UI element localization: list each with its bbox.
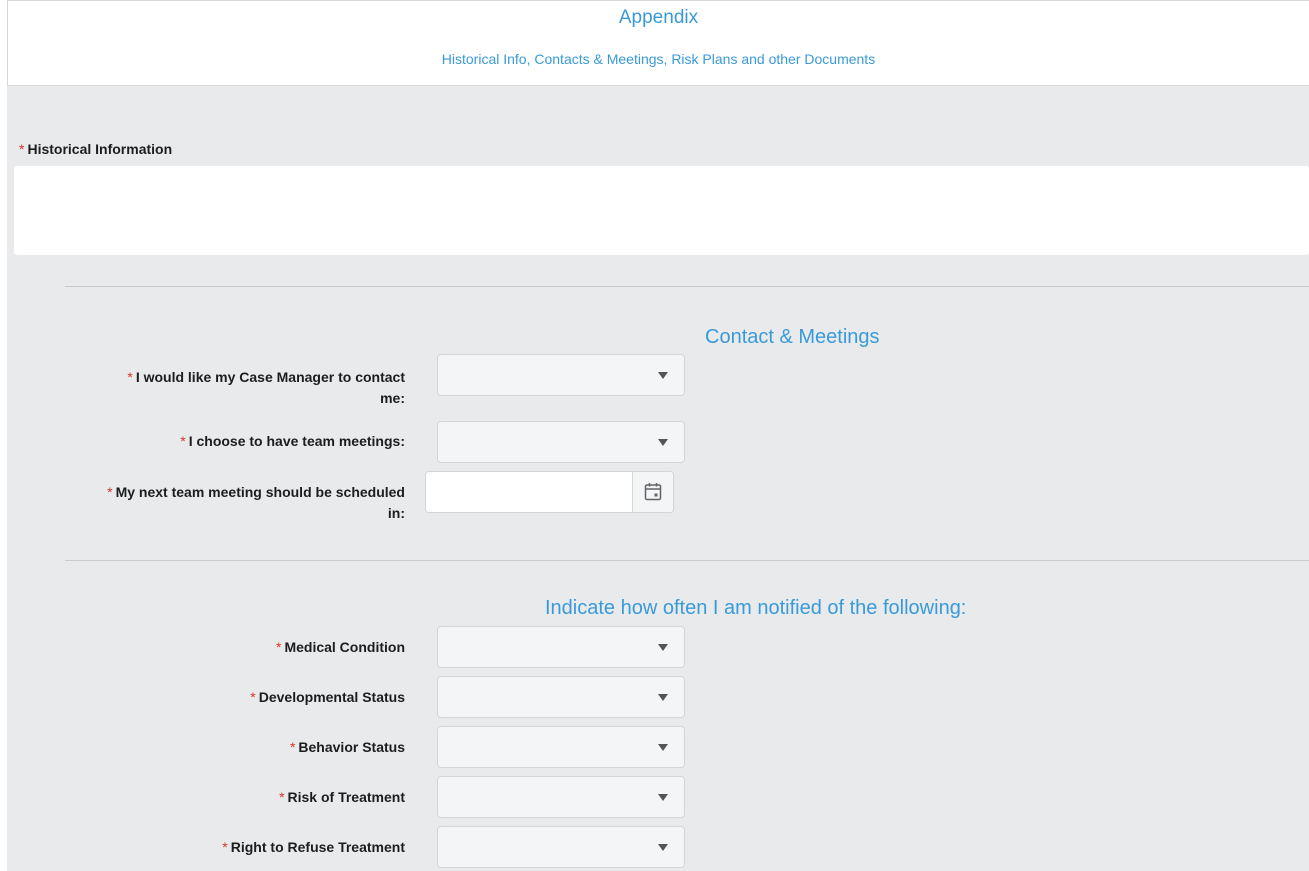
page-title: Appendix [618,7,699,28]
developmental-status-label: * Developmental Status [27,687,405,708]
case-manager-contact-label: * I would like my Case Manager to contact… [27,367,405,409]
right-to-refuse-treatment-label: * Right to Refuse Treatment [27,837,405,858]
medical-condition-label-text: Medical Condition [284,639,405,655]
risk-of-treatment-label-text: Risk of Treatment [287,789,405,805]
required-marker: * [275,639,282,655]
risk-of-treatment-select[interactable] [437,776,685,818]
notify-section-title: Indicate how often I am notified of the … [545,597,967,619]
chevron-down-icon [658,744,668,751]
section-divider [65,286,1309,287]
appendix-page: Appendix Historical Info, Contacts & Mee… [0,0,1309,871]
chevron-down-icon [658,844,668,851]
appendix-header: Appendix Historical Info, Contacts & Mee… [7,0,1309,86]
developmental-status-label-text: Developmental Status [258,689,405,705]
next-meeting-date-input[interactable] [426,472,632,512]
required-marker: * [180,433,186,449]
behavior-status-label: * Behavior Status [27,737,405,758]
chevron-down-icon [658,694,668,701]
calendar-icon [644,483,662,501]
right-to-refuse-treatment-label-text: Right to Refuse Treatment [230,839,405,855]
chevron-down-icon [658,372,668,379]
medical-condition-select[interactable] [437,626,685,668]
required-marker: * [279,789,285,805]
required-marker: * [19,141,25,157]
required-marker: * [289,739,296,755]
contact-meetings-section-title: Contact & Meetings [705,326,880,348]
historical-information-label: * Historical Information [19,141,172,157]
next-meeting-label-line2: in: [387,505,405,521]
team-meetings-label-text: I choose to have team meetings: [188,433,405,449]
medical-condition-label: * Medical Condition [27,637,405,658]
behavior-status-label-text: Behavior Status [298,739,405,755]
historical-information-label-text: Historical Information [27,141,173,157]
required-marker: * [127,369,133,385]
case-manager-contact-label-line2: me: [380,390,405,406]
next-meeting-label-line1: My next team meeting should be scheduled [115,484,405,500]
next-meeting-datepicker [425,471,674,513]
behavior-status-select[interactable] [437,726,685,768]
chevron-down-icon [658,439,668,446]
risk-of-treatment-label: * Risk of Treatment [27,787,405,808]
chevron-down-icon [658,644,668,651]
page-subtitle: Historical Info, Contacts & Meetings, Ri… [441,51,876,67]
case-manager-contact-select[interactable] [437,354,685,396]
chevron-down-icon [658,794,668,801]
calendar-button[interactable] [632,472,673,512]
next-meeting-label: * My next team meeting should be schedule… [17,482,405,524]
required-marker: * [222,839,228,855]
team-meetings-select[interactable] [437,421,685,463]
right-to-refuse-treatment-select[interactable] [437,826,685,868]
team-meetings-label: * I choose to have team meetings: [27,431,405,452]
case-manager-contact-label-line1: I would like my Case Manager to contact [135,369,405,385]
required-marker: * [250,689,256,705]
historical-information-textarea[interactable] [14,166,1309,255]
developmental-status-select[interactable] [437,676,685,718]
section-divider [65,560,1309,561]
required-marker: * [107,484,113,500]
